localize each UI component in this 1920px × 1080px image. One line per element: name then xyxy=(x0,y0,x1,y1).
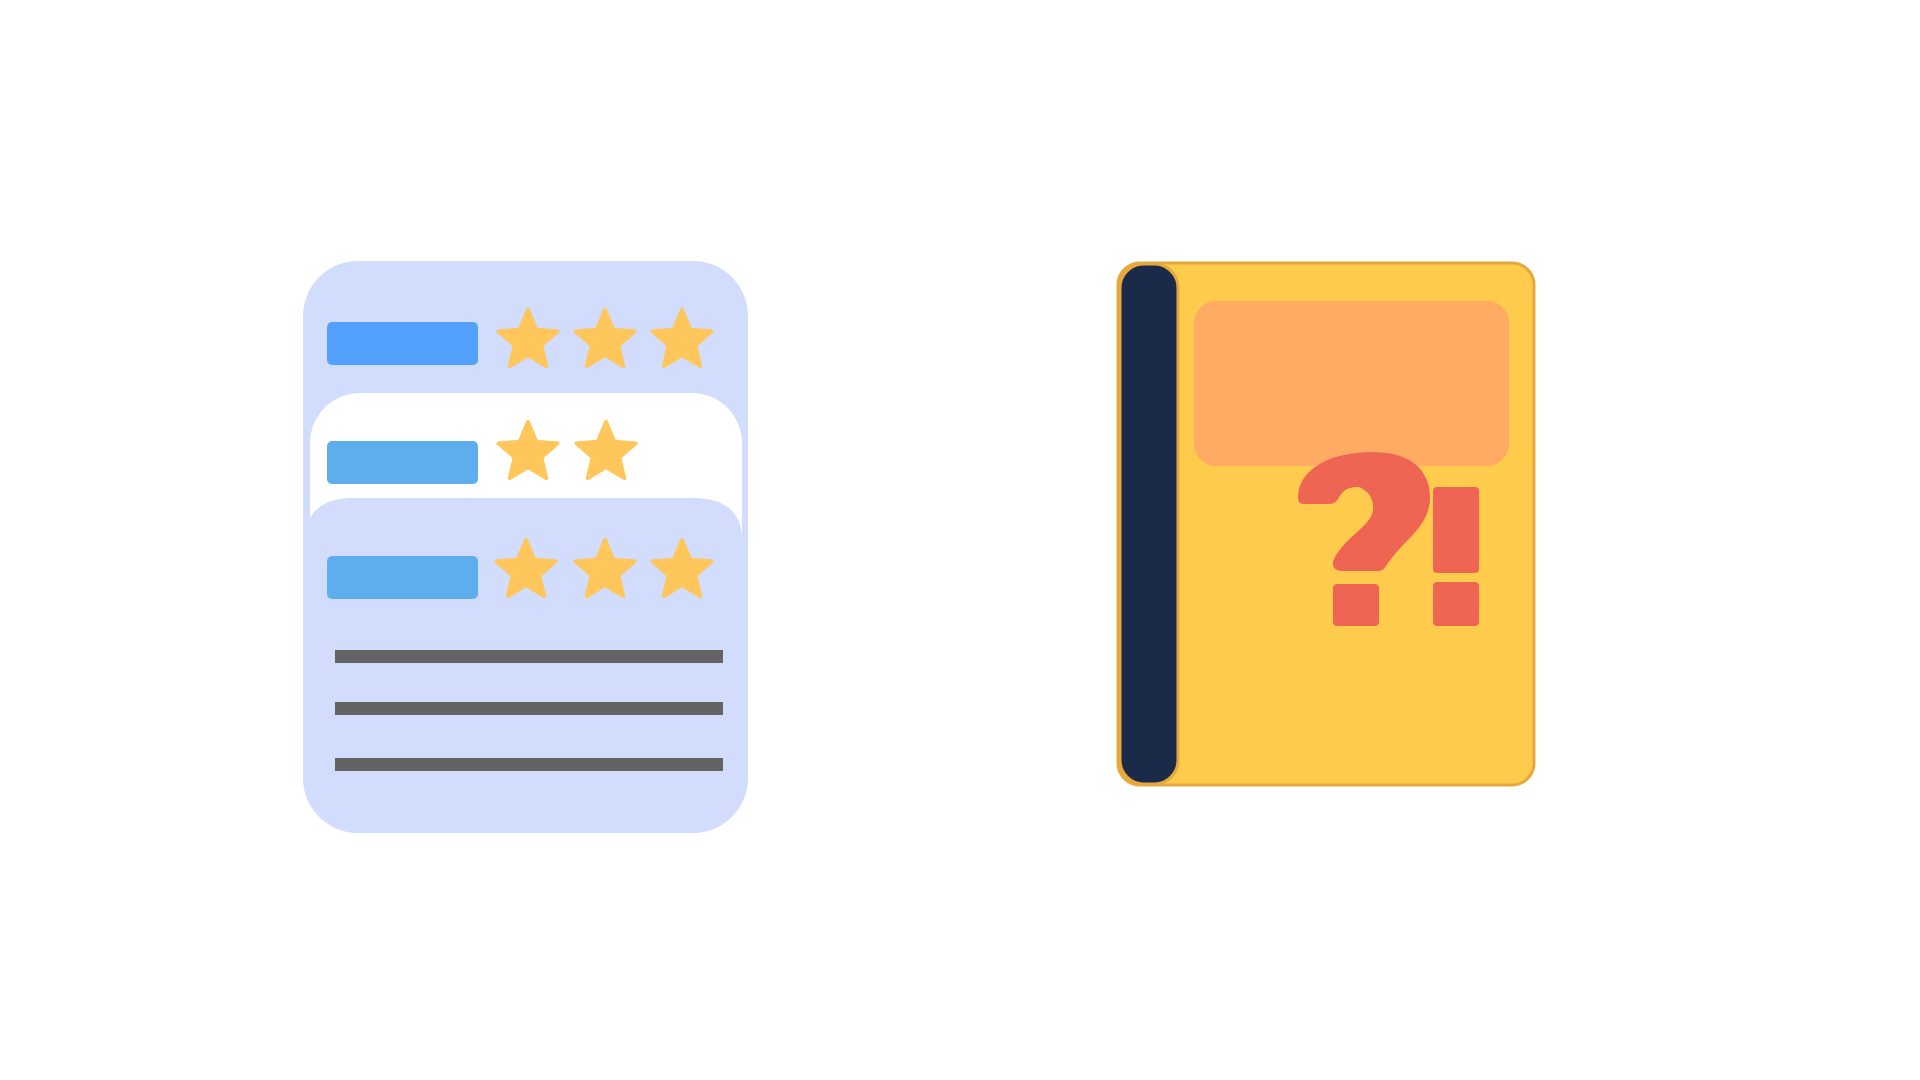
review-text-line-1 xyxy=(335,650,723,663)
review-row-3-stars xyxy=(494,538,714,599)
review-text-line-3 xyxy=(335,758,723,771)
review-row-1-bar xyxy=(327,322,478,365)
review-text-line-2 xyxy=(335,702,723,715)
exclamation-mark-icon xyxy=(1433,487,1479,626)
review-row-2-bar xyxy=(327,441,478,484)
illustration-svg xyxy=(303,261,1536,833)
book-label xyxy=(1194,301,1509,466)
review-row-3-bar xyxy=(327,556,478,599)
illustration-canvas xyxy=(0,0,1920,1080)
book-spine xyxy=(1118,262,1180,786)
exclamation-mark-bar xyxy=(1433,487,1479,573)
question-book-icon xyxy=(1116,261,1536,787)
review-list-icon xyxy=(303,261,748,833)
exclamation-mark-dot xyxy=(1433,582,1479,626)
question-mark-dot xyxy=(1333,584,1379,626)
